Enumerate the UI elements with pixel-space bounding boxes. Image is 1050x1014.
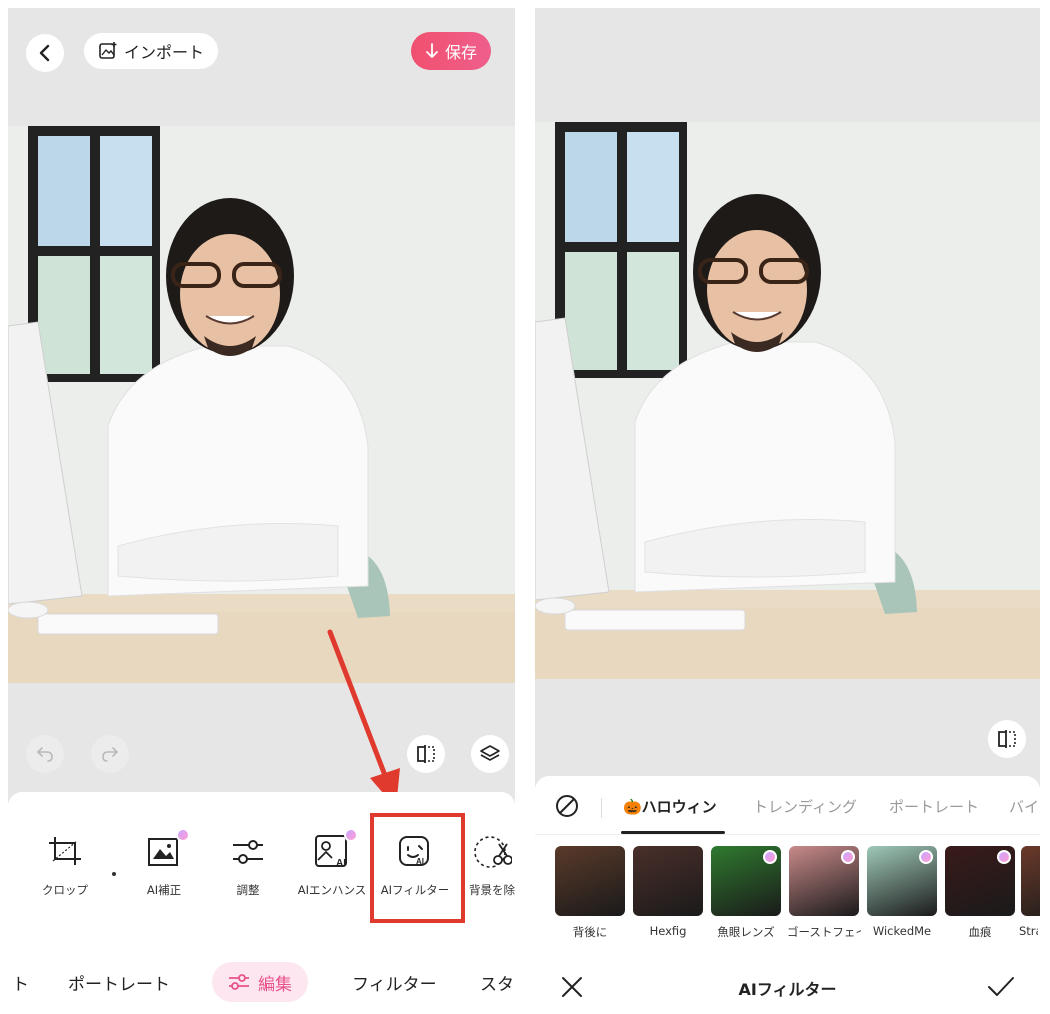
tool-ai-enhance[interactable]: AI AIエンハンス xyxy=(290,828,374,898)
filter-thumbnail[interactable] xyxy=(633,846,703,916)
premium-gem-icon xyxy=(344,828,358,842)
nav-item-edit-label: 編集 xyxy=(258,974,292,995)
filter-label: Hexfig xyxy=(649,924,687,938)
layers-button[interactable] xyxy=(471,735,509,773)
tool-adjust[interactable]: 調整 xyxy=(206,832,290,898)
svg-text:AI: AI xyxy=(336,858,346,869)
tool-crop[interactable]: クロップ xyxy=(23,832,107,898)
premium-gem-icon xyxy=(919,850,933,864)
filter-label: Stra xyxy=(1019,924,1038,938)
edit-panel: クロップ AI補正 調整 AI AIエンハンス AI AIフィルター 背景を除 … xyxy=(8,792,515,1014)
compare-icon xyxy=(998,730,1016,748)
arrow-down-icon xyxy=(426,43,438,58)
chevron-left-icon xyxy=(39,44,50,62)
filter-label: 背後に xyxy=(572,925,608,939)
nav-item-filter[interactable]: フィルター xyxy=(352,970,437,995)
save-button[interactable]: 保存 xyxy=(411,32,492,70)
photo-canvas[interactable] xyxy=(8,126,515,683)
redo-button[interactable] xyxy=(91,735,129,773)
nav-item-portrait[interactable]: ポートレート xyxy=(68,970,170,995)
import-label: インポート xyxy=(124,43,205,62)
nav-item-partial-left[interactable]: ト xyxy=(12,970,29,995)
tab-halloween[interactable]: 🎃ハロウィン xyxy=(623,796,717,817)
tool-ai-correct-label: AI補正 xyxy=(146,883,182,897)
right-screen: 🎃ハロウィン トレンディング ポートレート バイ 背後に Hexfig 魚眼レンズゴ… xyxy=(535,8,1040,1014)
crop-icon xyxy=(49,837,81,865)
tool-ai-enhance-label: AIエンハンス xyxy=(297,883,367,897)
filter-thumbnail[interactable] xyxy=(555,846,625,916)
layers-icon xyxy=(480,745,500,761)
ai-filter-panel: 🎃ハロウィン トレンディング ポートレート バイ 背後に Hexfig 魚眼レンズゴ… xyxy=(535,776,1040,1014)
image-ai-icon xyxy=(148,838,178,866)
filter-thumbnail[interactable] xyxy=(867,846,937,916)
premium-gem-icon xyxy=(997,850,1011,864)
bottom-nav: ト ポートレート 編集 フィルター スタ xyxy=(8,962,515,1002)
no-filter-button[interactable] xyxy=(555,794,579,822)
confirm-button[interactable] xyxy=(987,976,1015,1002)
tab-bar-divider xyxy=(535,834,1040,835)
check-icon xyxy=(988,977,1014,996)
undo-icon xyxy=(36,747,53,762)
filter-thumbnail[interactable] xyxy=(945,846,1015,916)
filter-label: WickedMe xyxy=(872,924,932,938)
no-filter-icon xyxy=(556,795,578,817)
filter-thumbnail[interactable] xyxy=(711,846,781,916)
filter-label: 血痕 xyxy=(968,925,992,939)
panel-title: AIフィルター xyxy=(738,980,837,999)
tab-trending[interactable]: トレンディング xyxy=(753,796,857,817)
back-button[interactable] xyxy=(26,34,64,72)
import-button[interactable]: インポート xyxy=(84,33,219,69)
annotation-arrow xyxy=(327,629,400,808)
filter-thumbnail[interactable] xyxy=(1021,846,1040,916)
premium-gem-icon xyxy=(841,850,855,864)
tool-adjust-label: 調整 xyxy=(236,883,260,897)
nav-item-partial-right[interactable]: スタ xyxy=(480,970,514,995)
premium-gem-icon xyxy=(763,850,777,864)
tab-divider xyxy=(601,798,602,818)
filter-thumbnail[interactable] xyxy=(789,846,859,916)
highlight-box xyxy=(370,813,465,923)
photo-canvas[interactable] xyxy=(535,122,1040,679)
filter-label: ゴーストフェイス xyxy=(787,925,861,939)
sliders-icon xyxy=(229,974,249,990)
save-label: 保存 xyxy=(445,43,478,62)
nav-item-edit[interactable]: 編集 xyxy=(212,962,308,1002)
compare-icon xyxy=(417,745,435,763)
separator-dot xyxy=(112,872,116,876)
redo-icon xyxy=(102,747,119,762)
tool-ai-correct[interactable]: AI補正 xyxy=(122,828,206,898)
compare-button[interactable] xyxy=(988,720,1026,758)
tab-portrait[interactable]: ポートレート xyxy=(889,796,979,817)
sliders-icon xyxy=(233,840,263,864)
image-add-icon xyxy=(99,42,117,59)
tool-crop-label: クロップ xyxy=(42,883,88,897)
undo-button[interactable] xyxy=(26,735,64,773)
tab-partial[interactable]: バイ xyxy=(1009,796,1039,817)
left-screen: インポート 保存 クロップ AI補正 調整 AI AIエンハンス AI AIフィ… xyxy=(8,8,515,1014)
filter-label: 魚眼レンズ xyxy=(717,925,775,939)
scissors-icon xyxy=(474,836,512,868)
tool-remove-bg-label: 背景を除 xyxy=(469,883,515,897)
premium-gem-icon xyxy=(176,828,190,842)
